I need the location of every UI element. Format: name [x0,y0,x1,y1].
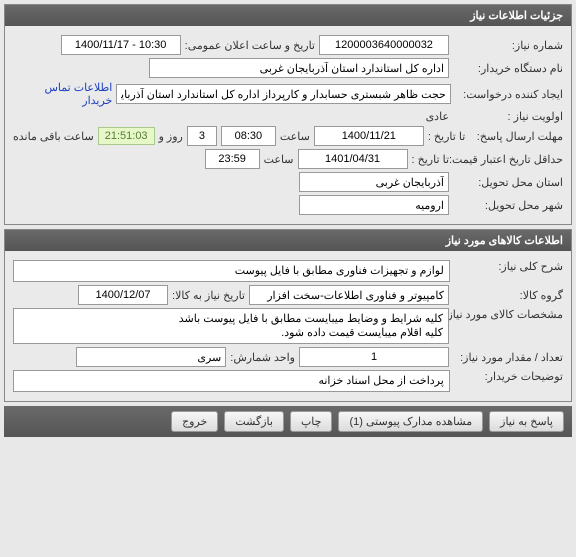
city-label: شهر محل تحویل: [453,199,563,212]
respond-button[interactable]: پاسخ به نیاز [489,411,564,432]
deadline-label: مهلت ارسال پاسخ: [469,130,563,143]
need-date-input[interactable] [78,285,168,305]
remaining-label: ساعت باقی مانده [13,130,94,143]
qty-label: تعداد / مقدار مورد نیاز: [453,351,563,364]
province-label: استان محل تحویل: [453,176,563,189]
goods-panel: اطلاعات کالاهای مورد نیاز شرح کلی نیاز: … [4,229,572,402]
province-input[interactable] [299,172,449,192]
contact-link[interactable]: اطلاعات تماس خریدار [13,81,112,107]
days-and-label: روز و [159,130,183,143]
desc-label: شرح کلی نیاز: [454,260,563,273]
validity-label: حداقل تاریخ اعتبار قیمت: [453,153,563,166]
notes-label: توضیحات خریدار: [454,370,563,383]
attachments-button[interactable]: مشاهده مدارک پیوستی (1) [338,411,483,432]
qty-input[interactable] [299,347,449,367]
to-date-label-2: تا تاریخ : [412,153,449,166]
requester-label: ایجاد کننده درخواست: [455,88,563,101]
unit-label: واحد شمارش: [230,351,295,364]
bottom-toolbar: پاسخ به نیاز مشاهده مدارک پیوستی (1) چاپ… [4,406,572,437]
priority-value: عادی [426,110,449,123]
announce-label: تاریخ و ساعت اعلان عمومی: [185,39,315,52]
need-details-header: جزئیات اطلاعات نیاز [5,5,571,26]
requester-input[interactable] [116,84,450,104]
announce-input[interactable] [61,35,181,55]
time-label-2: ساعت [264,153,294,166]
days-input[interactable] [187,126,217,146]
exit-button[interactable]: خروج [171,411,218,432]
goods-header: اطلاعات کالاهای مورد نیاز [5,230,571,251]
group-input[interactable] [249,285,449,305]
priority-label: اولویت نیاز : [453,110,563,123]
time-label-1: ساعت [280,130,310,143]
print-button[interactable]: چاپ [290,411,333,432]
to-date-label-1: تا تاریخ : [428,130,465,143]
countdown-badge: 21:51:03 [98,127,155,145]
spec-textarea[interactable]: کلیه شرایط و وضایط میبایست مطابق با فایل… [13,308,449,344]
validity-date-input[interactable] [298,149,408,169]
validity-time-input[interactable] [205,149,260,169]
need-details-body: شماره نیاز: تاریخ و ساعت اعلان عمومی: نا… [5,26,571,224]
need-date-label: تاریخ نیاز به کالا: [172,289,245,302]
goods-body: شرح کلی نیاز: لوازم و تجهیزات فناوری مطا… [5,251,571,401]
deadline-date-input[interactable] [314,126,424,146]
buyer-input[interactable] [149,58,449,78]
deadline-time-input[interactable] [221,126,276,146]
back-button[interactable]: بازگشت [224,411,284,432]
group-label: گروه کالا: [453,289,563,302]
need-number-label: شماره نیاز: [453,39,563,52]
buyer-label: نام دستگاه خریدار: [453,62,563,75]
notes-textarea[interactable]: پرداخت از محل اسناد خزانه [13,370,450,392]
spec-label: مشخصات کالای مورد نیاز: [453,308,563,321]
desc-textarea[interactable]: لوازم و تجهیزات فناوری مطابق با فایل پیو… [13,260,450,282]
unit-input[interactable] [76,347,226,367]
need-details-panel: جزئیات اطلاعات نیاز شماره نیاز: تاریخ و … [4,4,572,225]
need-number-input[interactable] [319,35,449,55]
city-input[interactable] [299,195,449,215]
